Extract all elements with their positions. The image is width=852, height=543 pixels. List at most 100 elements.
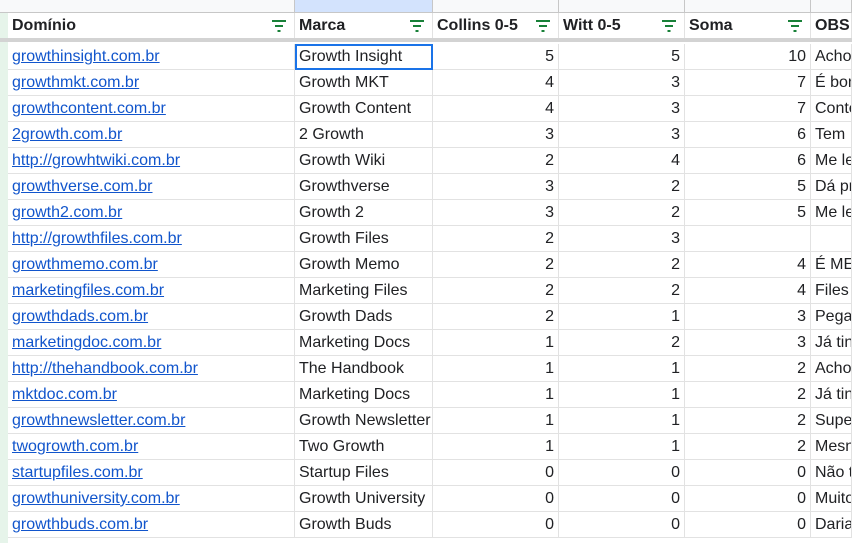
cell-dominio[interactable]: mktdoc.com.br <box>8 382 295 408</box>
filter-icon[interactable] <box>662 20 676 32</box>
cell-soma[interactable]: 10 <box>685 44 811 70</box>
cell-witt[interactable]: 3 <box>559 226 685 252</box>
cell-obs[interactable]: Tem <box>811 122 852 148</box>
cell-collins[interactable]: 2 <box>433 278 559 304</box>
cell-obs[interactable]: Acho <box>811 356 852 382</box>
cell-marca[interactable]: Marketing Docs <box>295 330 433 356</box>
cell-marca[interactable]: Growth Wiki <box>295 148 433 174</box>
cell-obs[interactable]: É bom <box>811 70 852 96</box>
cell-obs[interactable]: Já tin <box>811 330 852 356</box>
cell-witt[interactable]: 0 <box>559 486 685 512</box>
cell-collins[interactable]: 4 <box>433 96 559 122</box>
cell-collins[interactable]: 1 <box>433 434 559 460</box>
cell-witt[interactable]: 3 <box>559 70 685 96</box>
cell-dominio[interactable]: startupfiles.com.br <box>8 460 295 486</box>
cell-dominio[interactable]: growthdads.com.br <box>8 304 295 330</box>
cell-soma[interactable]: 3 <box>685 330 811 356</box>
column-header-d[interactable] <box>559 0 685 12</box>
cell-collins[interactable]: 4 <box>433 70 559 96</box>
cell-marca[interactable]: Growth Insight <box>295 44 433 70</box>
cell-collins[interactable]: 1 <box>433 408 559 434</box>
cell-witt[interactable]: 1 <box>559 356 685 382</box>
cell-collins[interactable]: 2 <box>433 148 559 174</box>
column-header-c[interactable] <box>433 0 559 12</box>
cell-marca[interactable]: Growth Files <box>295 226 433 252</box>
cell-obs[interactable]: Dá pr <box>811 174 852 200</box>
cell-obs[interactable]: Daria <box>811 512 852 538</box>
cell-collins[interactable]: 2 <box>433 252 559 278</box>
cell-obs[interactable] <box>811 226 852 252</box>
cell-dominio[interactable]: growthverse.com.br <box>8 174 295 200</box>
cell-soma[interactable]: 2 <box>685 434 811 460</box>
cell-marca[interactable]: Growth MKT <box>295 70 433 96</box>
cell-marca[interactable]: Growth Buds <box>295 512 433 538</box>
cell-dominio[interactable]: growthmemo.com.br <box>8 252 295 278</box>
cell-dominio[interactable]: growth2.com.br <box>8 200 295 226</box>
cell-collins[interactable]: 0 <box>433 486 559 512</box>
cell-witt[interactable]: 1 <box>559 434 685 460</box>
header-cell-witt[interactable]: Witt 0-5 <box>559 13 685 39</box>
cell-collins[interactable]: 1 <box>433 382 559 408</box>
cell-dominio[interactable]: growthbuds.com.br <box>8 512 295 538</box>
cell-collins[interactable]: 3 <box>433 200 559 226</box>
cell-soma[interactable]: 7 <box>685 96 811 122</box>
filter-icon[interactable] <box>410 20 424 32</box>
column-header-f[interactable] <box>811 0 852 12</box>
cell-marca[interactable]: Marketing Docs <box>295 382 433 408</box>
cell-marca[interactable]: Two Growth <box>295 434 433 460</box>
cell-witt[interactable]: 2 <box>559 200 685 226</box>
cell-dominio[interactable]: http://growthfiles.com.br <box>8 226 295 252</box>
cell-soma[interactable]: 7 <box>685 70 811 96</box>
cell-obs[interactable]: Pega <box>811 304 852 330</box>
filter-icon[interactable] <box>272 20 286 32</box>
cell-collins[interactable]: 2 <box>433 304 559 330</box>
cell-obs[interactable]: Conte <box>811 96 852 122</box>
cell-marca[interactable]: Growth 2 <box>295 200 433 226</box>
cell-dominio[interactable]: growthnewsletter.com.br <box>8 408 295 434</box>
cell-witt[interactable]: 0 <box>559 460 685 486</box>
header-cell-obs[interactable]: OBS <box>811 13 852 39</box>
cell-witt[interactable]: 2 <box>559 278 685 304</box>
cell-marca[interactable]: Growth Newsletter <box>295 408 433 434</box>
cell-witt[interactable]: 4 <box>559 148 685 174</box>
cell-obs[interactable]: Já tin <box>811 382 852 408</box>
cell-obs[interactable]: Mesn <box>811 434 852 460</box>
filter-icon[interactable] <box>788 20 802 32</box>
cell-obs[interactable]: Me le <box>811 148 852 174</box>
cell-dominio[interactable]: growthcontent.com.br <box>8 96 295 122</box>
cell-soma[interactable]: 0 <box>685 460 811 486</box>
cell-witt[interactable]: 3 <box>559 96 685 122</box>
cell-dominio[interactable]: growthuniversity.com.br <box>8 486 295 512</box>
cell-collins[interactable]: 0 <box>433 460 559 486</box>
cell-marca[interactable]: Startup Files <box>295 460 433 486</box>
cell-marca[interactable]: The Handbook <box>295 356 433 382</box>
header-cell-soma[interactable]: Soma <box>685 13 811 39</box>
cell-marca[interactable]: Growth Memo <box>295 252 433 278</box>
cell-collins[interactable]: 3 <box>433 174 559 200</box>
filter-icon[interactable] <box>536 20 550 32</box>
cell-obs[interactable]: Supe <box>811 408 852 434</box>
cell-soma[interactable]: 5 <box>685 174 811 200</box>
cell-dominio[interactable]: 2growth.com.br <box>8 122 295 148</box>
cell-collins[interactable]: 0 <box>433 512 559 538</box>
cell-witt[interactable]: 2 <box>559 330 685 356</box>
cell-soma[interactable] <box>685 226 811 252</box>
column-header-a[interactable] <box>8 0 295 12</box>
cell-witt[interactable]: 5 <box>559 44 685 70</box>
cell-marca[interactable]: Growth Dads <box>295 304 433 330</box>
cell-soma[interactable]: 2 <box>685 408 811 434</box>
column-header-e[interactable] <box>685 0 811 12</box>
cell-marca[interactable]: 2 Growth <box>295 122 433 148</box>
column-header-b[interactable] <box>295 0 433 12</box>
cell-marca[interactable]: Marketing Files <box>295 278 433 304</box>
cell-witt[interactable]: 1 <box>559 382 685 408</box>
cell-soma[interactable]: 6 <box>685 148 811 174</box>
cell-soma[interactable]: 0 <box>685 512 811 538</box>
cell-witt[interactable]: 0 <box>559 512 685 538</box>
cell-dominio[interactable]: growthinsight.com.br <box>8 44 295 70</box>
cell-dominio[interactable]: twogrowth.com.br <box>8 434 295 460</box>
cell-dominio[interactable]: http://thehandbook.com.br <box>8 356 295 382</box>
cell-obs[interactable]: Não t <box>811 460 852 486</box>
cell-dominio[interactable]: growthmkt.com.br <box>8 70 295 96</box>
cell-soma[interactable]: 5 <box>685 200 811 226</box>
